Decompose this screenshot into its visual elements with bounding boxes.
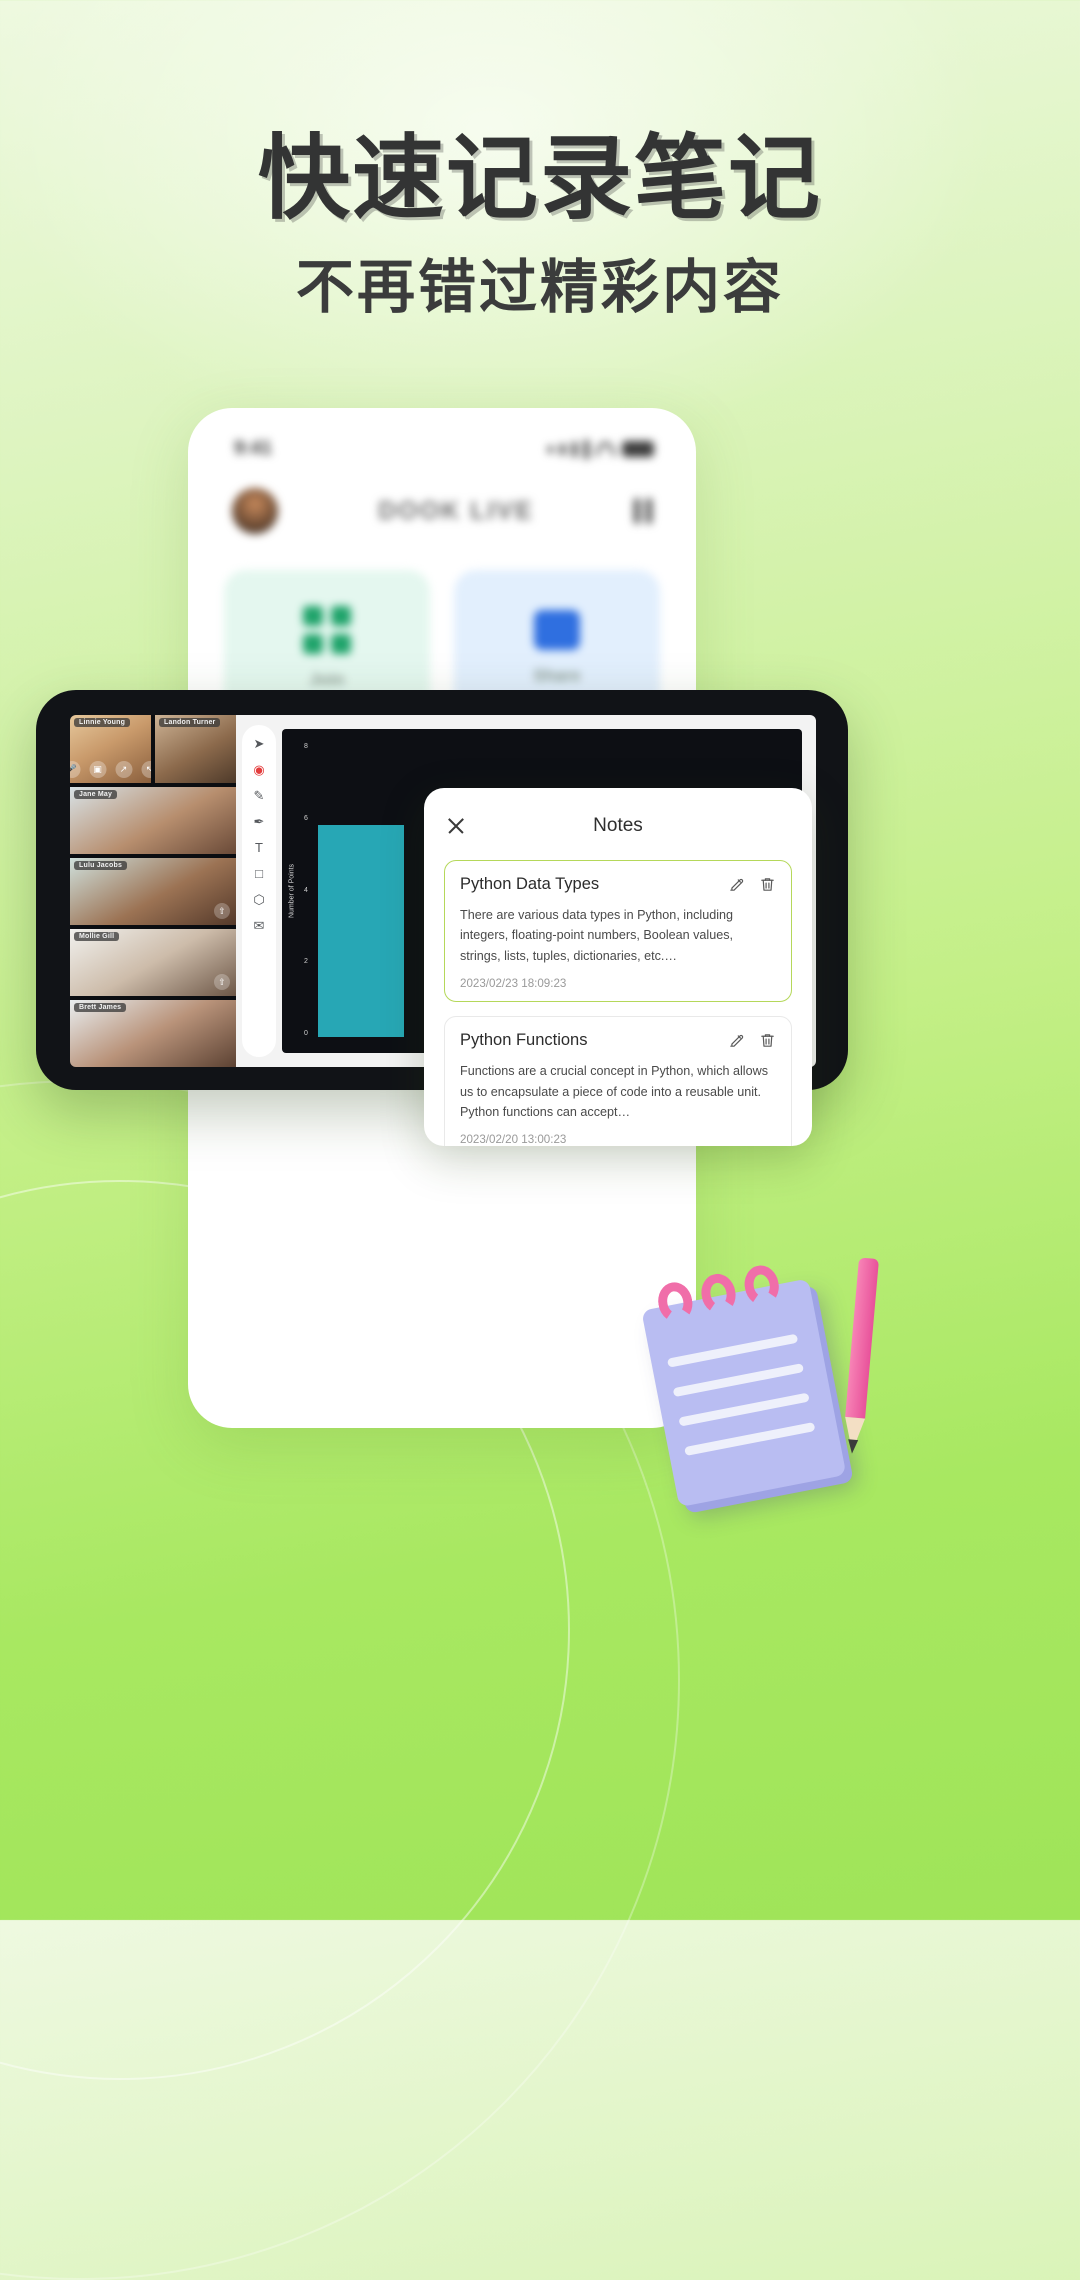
signal-bar-icon <box>584 439 589 459</box>
page-subtitle: 不再错过精彩内容 <box>295 253 784 321</box>
participant-name: Brett James <box>74 1003 127 1012</box>
participant-tile[interactable]: Lulu Jacobs ⇧ <box>70 858 236 925</box>
note-body: Functions are a crucial concept in Pytho… <box>460 1064 768 1119</box>
video-controls[interactable]: 🎤 ▣ ↗ ↖ <box>70 761 151 778</box>
notes-panel-title: Notes <box>593 815 643 836</box>
pencil-tip <box>846 1439 859 1455</box>
participant-name: Linnie Young <box>74 718 131 727</box>
screen-icon <box>534 610 580 650</box>
note-title: Python Functions <box>460 1031 588 1050</box>
note-tool-icon[interactable]: ✉ <box>254 919 265 932</box>
share-icon[interactable]: ⇧ <box>214 974 230 990</box>
avatar[interactable] <box>232 488 278 534</box>
note-body: There are various data types in Python, … <box>460 908 734 963</box>
menu-icon[interactable] <box>633 498 652 524</box>
tool-strip[interactable]: ➤ ◉ ✎ ✒ T □ ⬡ ✉ <box>242 725 276 1057</box>
y-tick: 8 <box>304 743 308 750</box>
participant-name: Jane May <box>74 790 118 799</box>
participant-tile[interactable]: Landon Turner <box>155 715 236 783</box>
participant-name: Lulu Jacobs <box>74 861 128 870</box>
participant-tile[interactable]: Linnie Young 🎤 ▣ ↗ ↖ <box>70 715 151 783</box>
note-card[interactable]: Python Data Types There are various data… <box>444 860 792 1003</box>
pen-tool-icon[interactable]: ✎ <box>254 789 265 802</box>
pencil-icon <box>842 1257 880 1458</box>
participant-name: Landon Turner <box>159 718 221 727</box>
y-tick: 0 <box>304 1030 308 1037</box>
status-time: 9:41 <box>234 438 273 459</box>
signal-bar-icon <box>560 443 565 455</box>
trash-icon[interactable] <box>759 1032 776 1049</box>
y-tick: 2 <box>304 958 308 966</box>
note-card[interactable]: Python Functions Functions are a crucial… <box>444 1016 792 1146</box>
status-indicators <box>548 439 654 459</box>
notes-header: Notes <box>444 806 792 846</box>
cursor-tool-icon[interactable]: ➤ <box>254 737 265 750</box>
note-card-header: Python Data Types <box>460 875 776 894</box>
participant-name: Mollie Gill <box>74 932 120 941</box>
pencil-shaft <box>845 1257 880 1419</box>
quick-card-label: Share <box>533 666 581 685</box>
signal-bar-icon <box>548 445 553 453</box>
phone-status-bar: 9:41 <box>188 428 696 460</box>
note-title: Python Data Types <box>460 875 600 893</box>
participant-tile[interactable]: Brett James <box>70 1000 236 1067</box>
camera-icon: ▣ <box>89 761 106 778</box>
note-actions <box>728 1032 776 1049</box>
y-tick: 6 <box>304 814 308 822</box>
participant-tile[interactable]: Jane May <box>70 787 236 854</box>
note-card-header: Python Functions <box>460 1031 776 1050</box>
wifi-icon <box>596 442 615 456</box>
quick-card-label: Join <box>309 670 345 689</box>
trash-icon[interactable] <box>759 876 776 893</box>
notes-panel: Notes Python Data Types There are variou… <box>424 788 812 1146</box>
notepad-line <box>678 1392 810 1427</box>
page-title: 快速记录笔记 <box>257 125 822 232</box>
highlighter-tool-icon[interactable]: ✒ <box>254 815 265 828</box>
shape-tool-icon[interactable]: □ <box>255 867 263 880</box>
chart-y-ticks: 8 6 4 2 0 <box>304 743 308 1037</box>
signal-bar-icon <box>572 441 577 457</box>
share-icon[interactable]: ⇧ <box>214 903 230 919</box>
notepad-line <box>684 1422 816 1457</box>
phone-app-header: DOOK LIVE <box>188 460 696 534</box>
note-timestamp: 2023/02/20 13:00:23 <box>460 1133 567 1146</box>
qr-icon <box>303 606 351 654</box>
note-timestamp: 2023/02/23 18:09:23 <box>460 977 567 991</box>
chart-bar <box>318 825 404 1037</box>
participant-video-column: Linnie Young 🎤 ▣ ↗ ↖ Landon Turner Jane Ma… <box>70 715 236 1067</box>
chart-y-axis-label: Number of Points <box>288 863 296 919</box>
record-tool-icon[interactable]: ◉ <box>253 763 264 776</box>
pin-icon: ↖ <box>141 761 151 778</box>
participant-video-top-row: Linnie Young 🎤 ▣ ↗ ↖ Landon Turner <box>70 715 236 783</box>
app-title: DOOK LIVE <box>378 496 534 525</box>
eraser-tool-icon[interactable]: ⬡ <box>253 893 264 906</box>
edit-icon[interactable] <box>728 876 745 893</box>
note-actions <box>728 876 776 893</box>
notepad-line <box>672 1363 804 1398</box>
participant-tile[interactable]: Mollie Gill ⇧ <box>70 929 236 996</box>
notepad-line <box>666 1333 799 1368</box>
y-tick: 4 <box>304 886 308 894</box>
mic-icon: 🎤 <box>70 761 80 778</box>
notepad-illustration <box>626 1243 890 1530</box>
fullscreen-icon: ↗ <box>115 761 132 778</box>
text-tool-icon[interactable]: T <box>255 841 263 854</box>
battery-icon <box>622 441 654 457</box>
edit-icon[interactable] <box>728 1032 745 1049</box>
